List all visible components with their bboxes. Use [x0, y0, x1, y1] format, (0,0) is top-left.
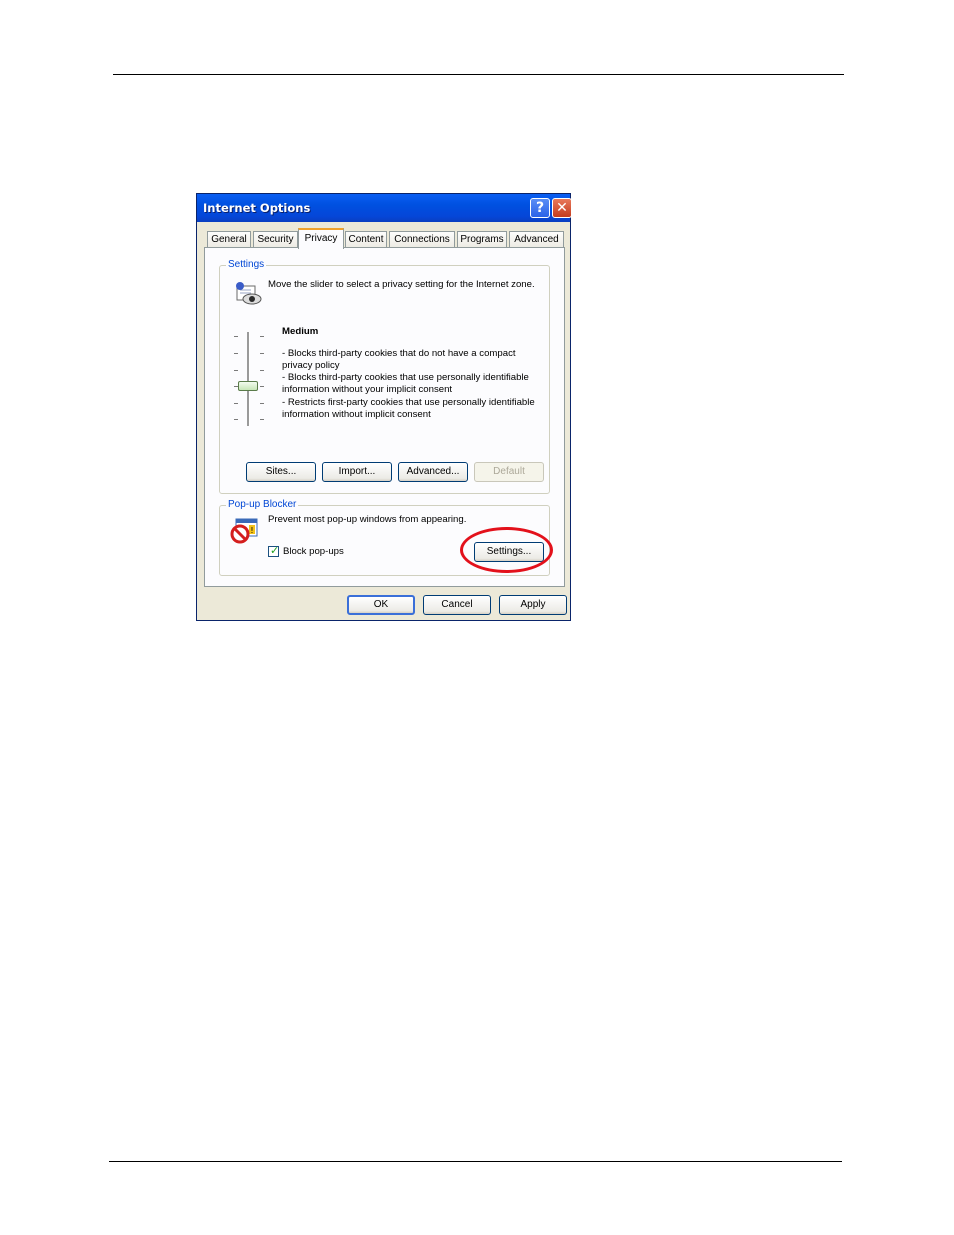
advanced-button[interactable]: Advanced...: [398, 462, 468, 482]
privacy-description-2: - Blocks third-party cookies that use pe…: [282, 372, 529, 396]
title-bar[interactable]: Internet Options ? ✕: [197, 194, 572, 222]
slider-instruction: Move the slider to select a privacy sett…: [268, 279, 535, 290]
privacy-description-3: - Restricts first-party cookies that use…: [282, 397, 535, 421]
tab-content[interactable]: Content: [345, 231, 387, 248]
tab-privacy[interactable]: Privacy: [298, 228, 344, 249]
tab-connections[interactable]: Connections: [389, 231, 455, 248]
slider-tick: [234, 370, 238, 371]
slider-tick: [260, 336, 264, 337]
checkmark-icon: ✓: [270, 544, 280, 557]
sites-button[interactable]: Sites...: [246, 462, 316, 482]
slider-tick: [260, 353, 264, 354]
popup-blocker-icon: !: [230, 518, 258, 544]
window-title: Internet Options: [203, 201, 311, 215]
help-button[interactable]: ?: [530, 198, 550, 218]
svg-text:!: !: [250, 526, 253, 535]
slider-tick: [260, 403, 264, 404]
slider-tick: [260, 386, 264, 387]
page-bottom-rule: [109, 1161, 842, 1162]
block-popups-label: Block pop-ups: [283, 546, 344, 557]
slider-tick: [234, 419, 238, 420]
popup-blocker-group-label: Pop-up Blocker: [226, 499, 299, 510]
tab-programs[interactable]: Programs: [457, 231, 507, 248]
slider-thumb[interactable]: [238, 381, 258, 391]
page-top-rule: [113, 74, 844, 75]
popup-blocker-description: Prevent most pop-up windows from appeari…: [268, 514, 467, 525]
close-button[interactable]: ✕: [552, 198, 572, 218]
settings-group-label: Settings: [226, 259, 267, 270]
slider-tick: [234, 336, 238, 337]
slider-tick: [260, 419, 264, 420]
privacy-icon: [236, 282, 262, 305]
tab-advanced[interactable]: Advanced: [509, 231, 564, 248]
cancel-button[interactable]: Cancel: [423, 595, 491, 615]
privacy-description-1: - Blocks third-party cookies that do not…: [282, 348, 516, 372]
tab-security[interactable]: Security: [253, 231, 298, 248]
ok-button[interactable]: OK: [347, 595, 415, 615]
slider-track: [247, 332, 250, 426]
apply-button[interactable]: Apply: [499, 595, 567, 615]
import-button[interactable]: Import...: [322, 462, 392, 482]
default-button[interactable]: Default: [474, 462, 544, 482]
slider-tick: [234, 403, 238, 404]
tab-general[interactable]: General: [207, 231, 251, 248]
highlight-ring: [460, 527, 553, 573]
slider-tick: [260, 370, 264, 371]
block-popups-checkbox[interactable]: ✓: [268, 544, 280, 557]
settings-group: Settings Move the slider to select a pri…: [219, 259, 550, 494]
slider-tick: [234, 353, 238, 354]
privacy-level-name: Medium: [282, 326, 319, 337]
